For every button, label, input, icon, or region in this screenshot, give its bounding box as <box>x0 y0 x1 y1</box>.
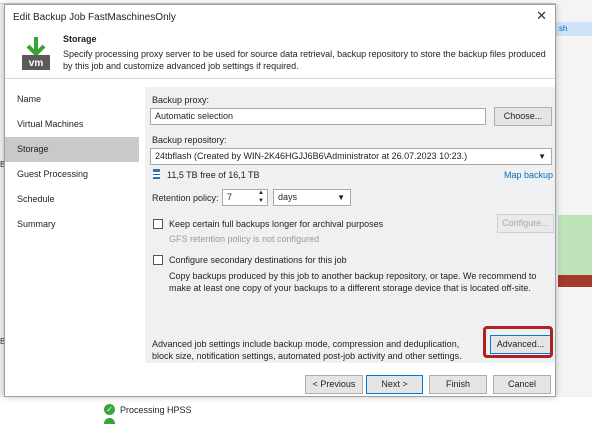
keep-full-backups-checkbox[interactable] <box>153 219 163 229</box>
secondary-destinations-description: Copy backups produced by this job to ano… <box>169 271 537 293</box>
backup-repository-label: Backup repository: <box>152 135 227 145</box>
retention-unit-value: days <box>278 192 298 202</box>
configure-gfs-button[interactable]: Configure... <box>497 214 554 233</box>
nav-item-summary[interactable]: Summary <box>5 212 139 237</box>
retention-unit-select[interactable]: days ▼ <box>273 189 351 206</box>
background-app-right-panel <box>556 0 592 424</box>
storage-settings-panel: Backup proxy: Automatic selection Choose… <box>145 87 555 363</box>
choose-proxy-button[interactable]: Choose... <box>494 107 552 126</box>
advanced-button-highlight <box>483 326 553 358</box>
backup-proxy-field[interactable]: Automatic selection <box>150 108 486 125</box>
background-chart-bar <box>558 275 592 287</box>
dialog-titlebar: Edit Backup Job FastMaschinesOnly <box>5 5 555 29</box>
backup-proxy-label: Backup proxy: <box>152 95 210 105</box>
secondary-destinations-label: Configure secondary destinations for thi… <box>169 255 347 265</box>
chevron-down-icon: ▼ <box>337 193 345 202</box>
secondary-destinations-checkbox[interactable] <box>153 255 163 265</box>
repository-storage-icon <box>153 169 160 179</box>
map-backup-link[interactable]: Map backup <box>504 170 553 180</box>
advanced-settings-description: Advanced job settings include backup mod… <box>152 339 462 361</box>
nav-item-name[interactable]: Name <box>5 87 139 112</box>
dialog-title: Edit Backup Job FastMaschinesOnly <box>13 11 176 23</box>
success-check-icon: ✓ <box>104 404 115 415</box>
finish-button[interactable]: Finish <box>429 375 487 394</box>
nav-item-guest-processing[interactable]: Guest Processing <box>5 162 139 187</box>
retention-value: 7 <box>227 192 233 202</box>
chevron-down-icon: ▼ <box>538 152 546 161</box>
backup-repository-select[interactable]: 24tbflash (Created by WIN-2K46HGJJ6B6\Ad… <box>150 148 552 165</box>
cancel-button[interactable]: Cancel <box>493 375 551 394</box>
vm-icon-text: vm <box>29 58 44 69</box>
nav-item-schedule[interactable]: Schedule <box>5 187 139 212</box>
success-check-icon <box>104 418 115 424</box>
nav-item-storage[interactable]: Storage <box>5 137 139 162</box>
page-title: Storage <box>63 34 97 44</box>
background-log-item: ✓ Processing HPSS <box>104 404 192 415</box>
backup-repository-value: 24tbflash (Created by WIN-2K46HGJJ6B6\Ad… <box>155 151 468 161</box>
stepper-arrows-icon[interactable]: ▲ ▼ <box>256 189 266 206</box>
keep-full-backups-label: Keep certain full backups longer for arc… <box>169 219 384 229</box>
edit-backup-job-dialog: Edit Backup Job FastMaschinesOnly ✕ vm S… <box>4 4 556 397</box>
close-icon[interactable]: ✕ <box>536 9 547 23</box>
background-selected-row: sh <box>556 22 592 36</box>
next-button[interactable]: Next > <box>366 375 423 394</box>
background-log-panel <box>0 397 592 424</box>
page-description: Specify processing proxy server to be us… <box>63 49 546 71</box>
wizard-footer: < Previous Next > Finish Cancel <box>5 367 555 397</box>
vm-storage-icon: vm <box>19 37 53 71</box>
gfs-policy-note: GFS retention policy is not configured <box>169 234 320 244</box>
wizard-steps-nav: Name Virtual Machines Storage Guest Proc… <box>5 87 139 237</box>
dialog-header: vm Storage Specify processing proxy serv… <box>5 29 555 79</box>
background-log-text: Processing HPSS <box>120 404 192 415</box>
previous-button[interactable]: < Previous <box>305 375 363 394</box>
repository-free-space: 11,5 TB free of 16,1 TB <box>167 170 260 180</box>
nav-item-virtual-machines[interactable]: Virtual Machines <box>5 112 139 137</box>
retention-value-stepper[interactable]: 7 ▲ ▼ <box>222 189 268 206</box>
retention-policy-label: Retention policy: <box>152 193 219 203</box>
